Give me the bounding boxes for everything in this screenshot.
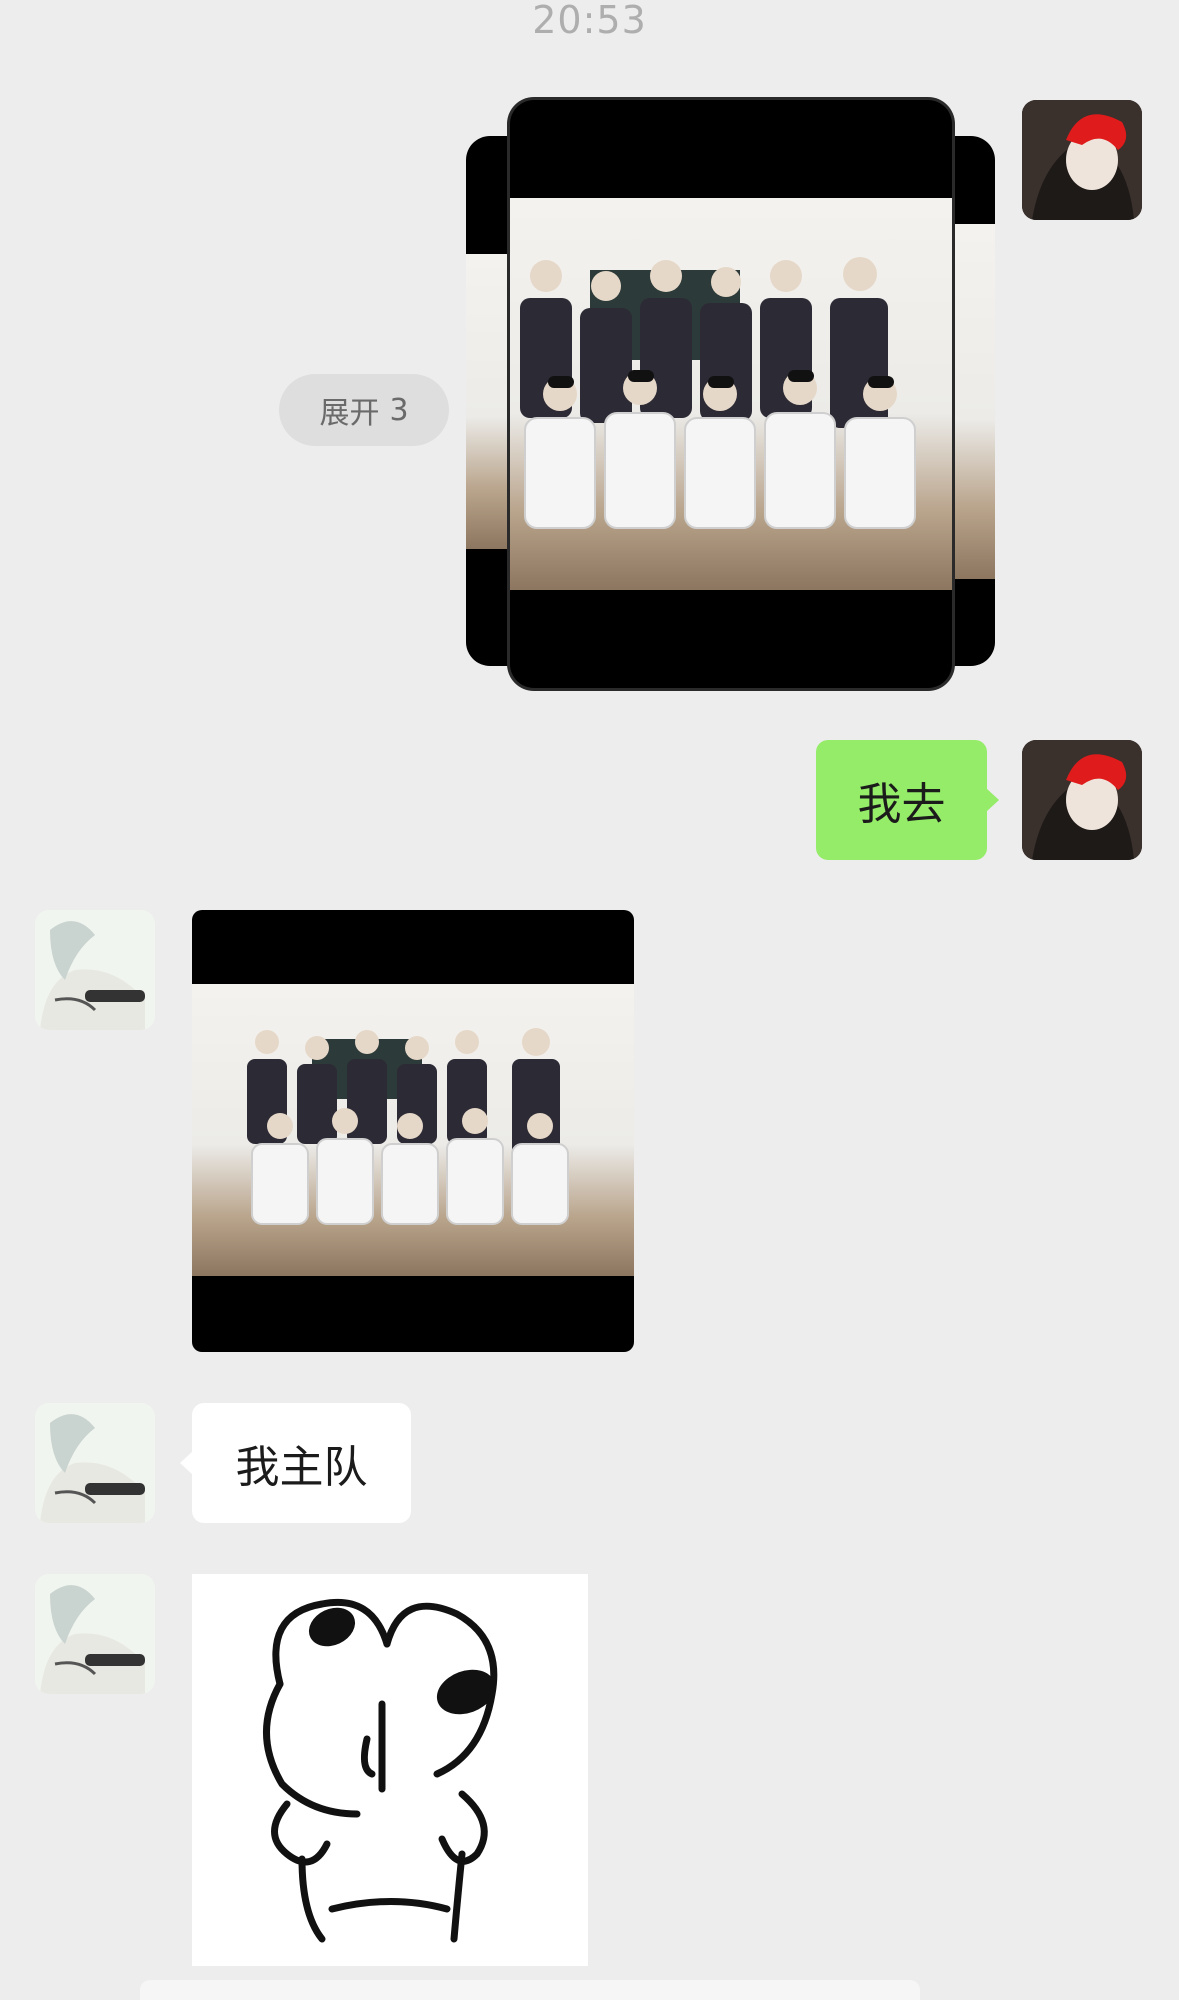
avatar-anime-icon	[35, 910, 155, 1030]
received-image[interactable]	[192, 910, 634, 1352]
chat-timestamp: 20:53	[532, 0, 647, 42]
stacked-image-front[interactable]	[510, 100, 952, 688]
sticker-doodle-icon	[263, 1598, 498, 1943]
team-photo	[510, 198, 952, 590]
received-message-bubble[interactable]: 我主队	[180, 1403, 411, 1523]
received-sticker[interactable]	[192, 1574, 588, 1966]
message-text: 我去	[857, 779, 946, 830]
avatar-anime-icon	[35, 1574, 155, 1694]
message-text: 我主队	[235, 1442, 368, 1493]
avatar-anime-icon	[35, 1403, 155, 1523]
input-bar-edge	[140, 1980, 920, 2000]
sent-message-bubble[interactable]: 我去	[816, 740, 999, 860]
expand-stack-button[interactable]: 展开 3	[279, 374, 449, 446]
friend-avatar[interactable]	[35, 1574, 155, 1694]
friend-avatar[interactable]	[35, 1403, 155, 1523]
expand-count: 3	[389, 392, 409, 428]
avatar-red-hair-icon	[1022, 100, 1142, 220]
self-avatar[interactable]	[1022, 100, 1142, 220]
expand-label: 展开	[319, 396, 380, 431]
self-avatar[interactable]	[1022, 740, 1142, 860]
team-photo-figures-icon	[520, 257, 916, 529]
friend-avatar[interactable]	[35, 910, 155, 1030]
avatar-red-hair-icon	[1022, 740, 1142, 860]
